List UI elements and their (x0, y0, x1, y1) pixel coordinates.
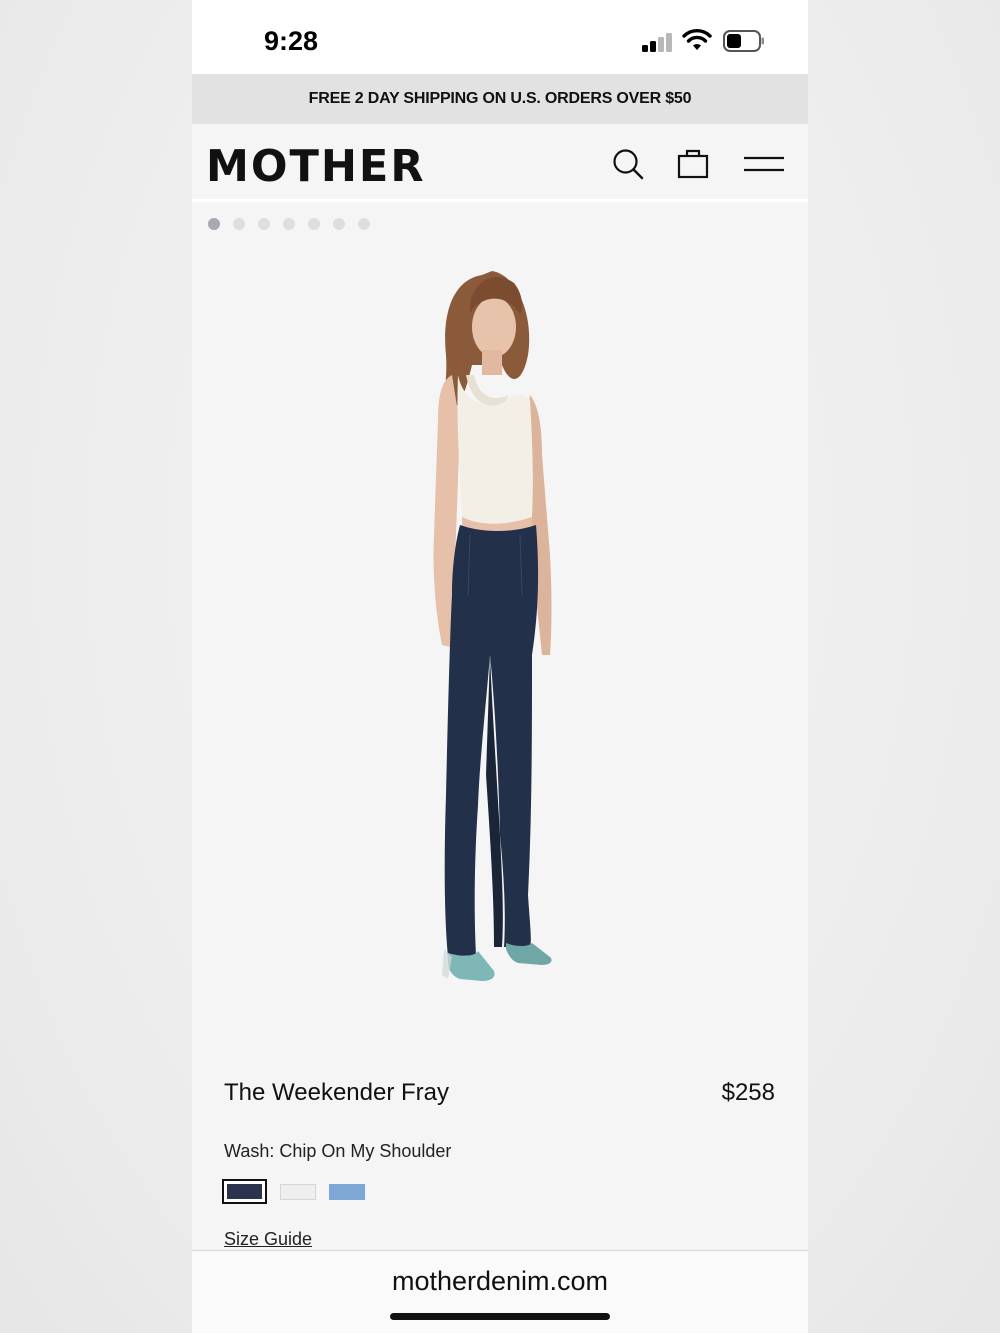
product-photo-model (433, 271, 552, 981)
swatch-option[interactable] (329, 1183, 365, 1200)
wash-swatches (222, 1179, 365, 1204)
wash-label: Wash: Chip On My Shoulder (224, 1141, 452, 1161)
carousel-dot[interactable] (308, 218, 320, 230)
hamburger-menu-icon[interactable] (742, 152, 786, 176)
site-header: MOTHER (192, 124, 808, 202)
carousel-dot[interactable] (208, 218, 220, 230)
carousel-dot[interactable] (333, 218, 345, 230)
product-info: The Weekender Fray $258 Wash: Chip On My… (192, 1055, 808, 1250)
phone-screen: 9:28 FREE 2 DAY SHIPPING ON U.S. ORDERS … (192, 0, 808, 1333)
wifi-icon (682, 29, 712, 50)
browser-url-bar[interactable]: motherdenim.com (192, 1250, 808, 1333)
carousel-dot[interactable] (283, 218, 295, 230)
status-bar: 9:28 (192, 0, 808, 74)
search-icon[interactable] (612, 148, 644, 180)
url-text[interactable]: motherdenim.com (192, 1266, 808, 1297)
battery-icon (723, 30, 764, 52)
swatch-option[interactable] (280, 1183, 316, 1200)
promo-banner[interactable]: FREE 2 DAY SHIPPING ON U.S. ORDERS OVER … (192, 74, 808, 124)
product-name: The Weekender Fray (224, 1079, 449, 1106)
carousel-dot[interactable] (233, 218, 245, 230)
shopping-bag-icon[interactable] (677, 147, 709, 179)
carousel-dot[interactable] (358, 218, 370, 230)
carousel-dot[interactable] (258, 218, 270, 230)
swatch-selected[interactable] (222, 1179, 267, 1204)
size-guide-link[interactable]: Size Guide (224, 1229, 312, 1250)
home-indicator[interactable] (390, 1313, 610, 1320)
cellular-signal-icon (642, 32, 674, 52)
status-time: 9:28 (264, 26, 319, 56)
product-price: $258 (721, 1079, 775, 1106)
carousel-pagination (208, 218, 370, 230)
product-image-carousel[interactable] (192, 205, 808, 1055)
brand-logo[interactable]: MOTHER (206, 141, 425, 192)
